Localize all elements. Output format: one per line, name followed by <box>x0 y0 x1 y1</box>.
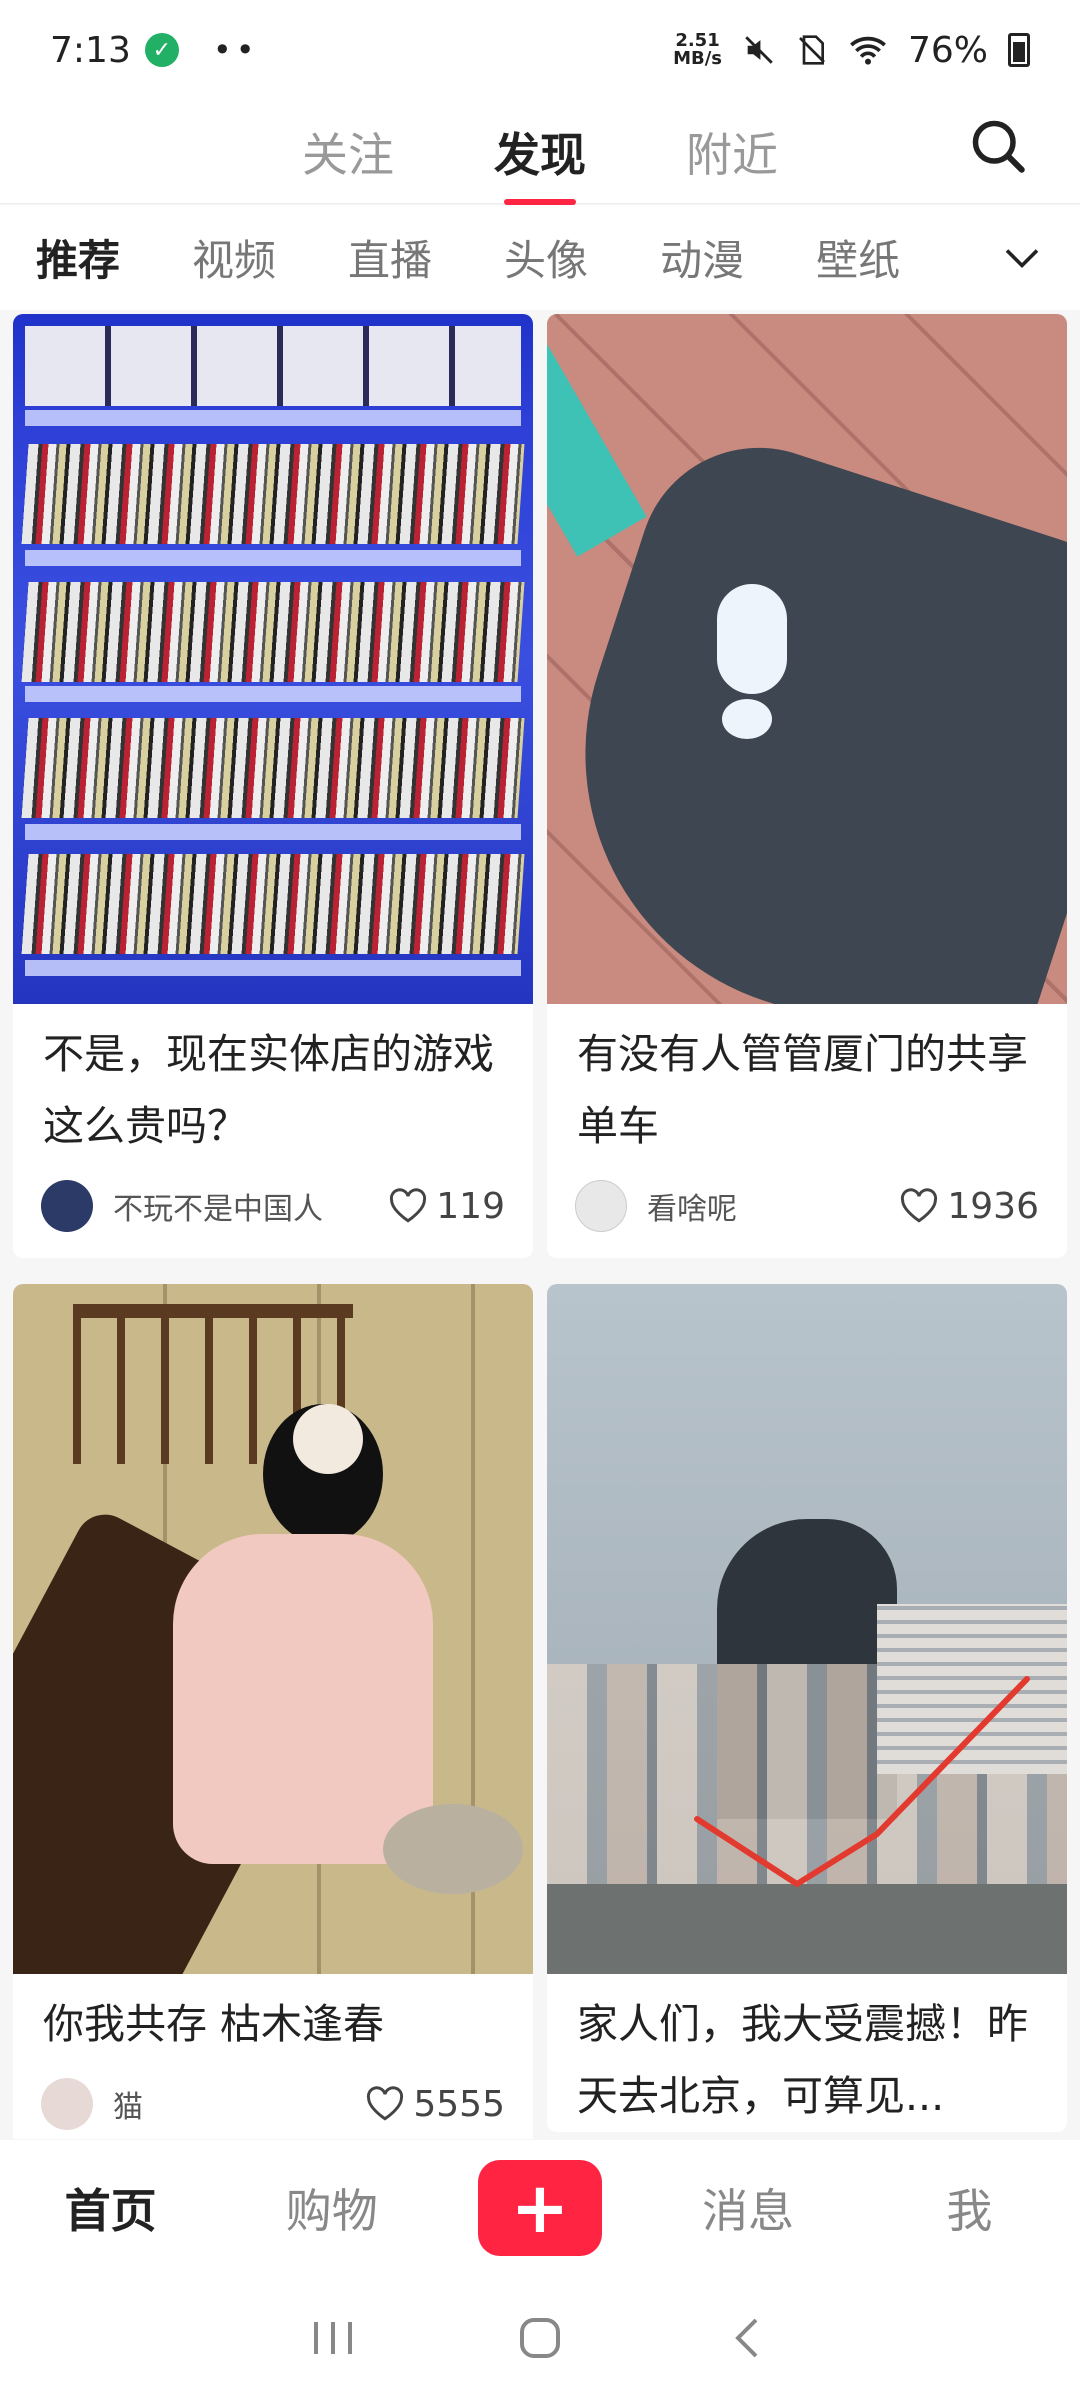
nav-messages[interactable]: 消息 <box>673 2175 823 2241</box>
no-sim-icon <box>799 35 825 65</box>
category-expand-button[interactable] <box>970 205 1080 310</box>
avatar[interactable] <box>41 2078 93 2130</box>
home-icon <box>519 2317 560 2358</box>
heart-icon <box>901 1188 938 1223</box>
like-button[interactable]: 119 <box>388 1186 505 1227</box>
category-video[interactable]: 视频 <box>192 227 276 288</box>
category-live[interactable]: 直播 <box>348 227 432 288</box>
like-count: 5555 <box>413 2083 505 2125</box>
chevron-down-icon <box>1005 248 1039 268</box>
recent-apps-icon <box>314 2321 353 2354</box>
like-button[interactable]: 5555 <box>365 2084 505 2125</box>
like-count: 119 <box>436 1185 505 1227</box>
category-avatar[interactable]: 头像 <box>504 227 588 288</box>
nav-me[interactable]: 我 <box>894 2175 1044 2241</box>
mute-icon <box>745 36 773 64</box>
bottom-nav: 首页 购物 + 消息 我 <box>0 2140 1080 2275</box>
avatar[interactable] <box>575 1180 627 1232</box>
back-icon <box>734 2318 758 2357</box>
heart-icon <box>390 1188 427 1223</box>
category-bar: 推荐 视频 直播 头像 动漫 壁纸 <box>0 205 1080 310</box>
create-post-button[interactable]: + <box>477 2159 602 2256</box>
search-icon[interactable] <box>968 116 1028 176</box>
feed-card-author[interactable]: 猫 <box>113 2082 365 2126</box>
category-anime[interactable]: 动漫 <box>660 227 744 288</box>
feed-card[interactable]: 家人们，我大受震撼！昨天去北京，可算见... <box>547 1284 1067 2132</box>
feed: 不是，现在实体店的游戏这么贵吗？ 不玩不是中国人 119 有没有人管管厦门的共享… <box>13 314 1067 2139</box>
recent-apps-button[interactable] <box>298 2308 368 2368</box>
home-button[interactable] <box>505 2308 575 2368</box>
feed-card-image[interactable] <box>547 1284 1067 1974</box>
nav-shop[interactable]: 购物 <box>257 2175 407 2241</box>
red-line-annotation <box>694 1676 1030 1888</box>
top-tabs: 关注 发现 附近 <box>0 100 1080 205</box>
feed-card-title: 你我共存 枯木逢春 <box>43 2000 385 2048</box>
more-notifications-icon: •• <box>212 31 259 69</box>
status-bar: 7:13 ✓ •• 2.51 MB/s 76% <box>0 0 1080 100</box>
feed-card-image[interactable] <box>13 1284 533 1974</box>
avatar[interactable] <box>41 1180 93 1232</box>
category-recommend[interactable]: 推荐 <box>36 227 120 288</box>
wifi-icon <box>850 36 886 65</box>
feed-card-image[interactable] <box>13 314 533 1004</box>
feed-card-title: 家人们，我大受震撼！昨天去北京，可算见... <box>577 2000 1028 2120</box>
like-button[interactable]: 1936 <box>899 1186 1039 1227</box>
feed-card-title: 不是，现在实体店的游戏这么贵吗？ <box>43 1030 494 1150</box>
tab-nearby[interactable]: 附近 <box>686 109 778 195</box>
feed-card[interactable]: 有没有人管管厦门的共享单车 看啥呢 1936 <box>547 314 1067 1258</box>
like-count: 1936 <box>947 1185 1039 1227</box>
plus-icon: + <box>510 2166 570 2249</box>
back-button[interactable] <box>712 2308 782 2368</box>
status-time: 7:13 <box>50 29 131 71</box>
network-speed-unit: MB/s <box>673 48 722 69</box>
tab-follow[interactable]: 关注 <box>302 109 394 195</box>
feed-card-author[interactable]: 不玩不是中国人 <box>113 1184 388 1228</box>
nav-home[interactable]: 首页 <box>36 2175 186 2241</box>
system-nav-bar <box>0 2275 1080 2400</box>
feed-card-title: 有没有人管管厦门的共享单车 <box>577 1030 1028 1150</box>
heart-icon <box>367 2086 404 2121</box>
network-speed: 2.51 MB/s <box>673 32 722 68</box>
battery-icon <box>1008 33 1030 67</box>
feed-card-image[interactable] <box>547 314 1067 1004</box>
feed-card[interactable]: 不是，现在实体店的游戏这么贵吗？ 不玩不是中国人 119 <box>13 314 533 1258</box>
shield-check-icon: ✓ <box>144 33 179 67</box>
feed-card-author[interactable]: 看啥呢 <box>647 1184 899 1228</box>
battery-percent: 76% <box>907 29 988 71</box>
tab-discover[interactable]: 发现 <box>494 109 586 205</box>
feed-card[interactable]: 你我共存 枯木逢春 猫 5555 <box>13 1284 533 2139</box>
category-wallpaper[interactable]: 壁纸 <box>816 227 900 288</box>
